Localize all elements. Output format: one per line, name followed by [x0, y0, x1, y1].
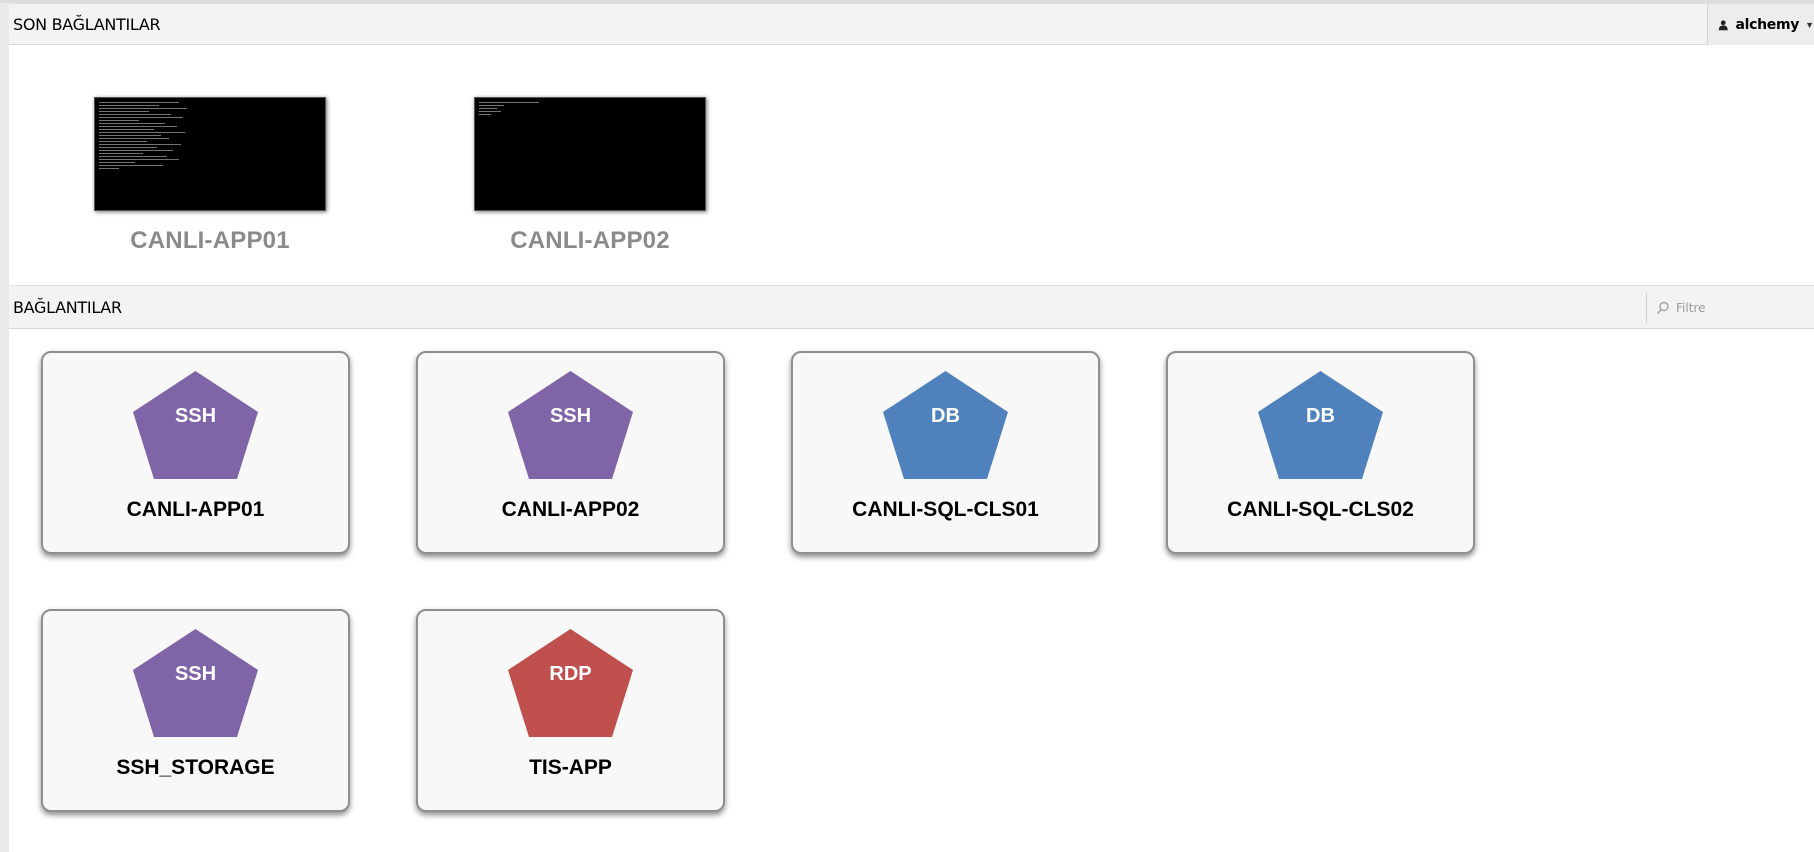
- connection-card[interactable]: SSH SSH_STORAGE: [41, 609, 350, 812]
- search-icon: [1656, 301, 1669, 315]
- caret-down-icon: ▼: [1805, 19, 1814, 30]
- connections-header: BAĞLANTILAR: [9, 285, 1814, 329]
- connections-title: BAĞLANTILAR: [13, 298, 122, 317]
- connection-card[interactable]: DB CANLI-SQL-CLS01: [791, 351, 1100, 554]
- recent-connection-item[interactable]: CANLI-APP02: [474, 97, 706, 255]
- protocol-label: DB: [1306, 405, 1335, 427]
- recent-connection-name: CANLI-APP01: [130, 227, 290, 254]
- connection-card[interactable]: DB CANLI-SQL-CLS02: [1166, 351, 1475, 554]
- connection-card[interactable]: SSH CANLI-APP01: [41, 351, 350, 554]
- connection-name: TIS-APP: [529, 756, 612, 779]
- connection-name: CANLI-APP02: [501, 498, 640, 521]
- connection-card[interactable]: RDP TIS-APP: [416, 609, 725, 812]
- username-label: alchemy: [1735, 16, 1800, 33]
- protocol-label: SSH: [549, 405, 592, 427]
- terminal-output-preview: [479, 102, 569, 117]
- filter-input[interactable]: [1676, 301, 1806, 315]
- connection-name: CANLI-SQL-CLS02: [1227, 498, 1414, 521]
- recent-connections-title: SON BAĞLANTILAR: [13, 15, 161, 34]
- left-gutter: [0, 0, 9, 852]
- recent-connections-header: SON BAĞLANTILAR alchemy ▼: [9, 3, 1814, 45]
- terminal-output-preview: [99, 102, 189, 171]
- protocol-label: RDP: [549, 663, 592, 685]
- connection-name: CANLI-SQL-CLS01: [852, 498, 1039, 521]
- user-icon: [1718, 19, 1728, 30]
- session-thumbnail[interactable]: [94, 97, 326, 211]
- protocol-label: SSH: [174, 405, 217, 427]
- protocol-label: DB: [931, 405, 960, 427]
- connection-name: SSH_STORAGE: [116, 756, 275, 779]
- connection-card[interactable]: SSH CANLI-APP02: [416, 351, 725, 554]
- recent-connection-item[interactable]: CANLI-APP01: [94, 97, 326, 255]
- recent-connection-name: CANLI-APP02: [510, 227, 670, 254]
- protocol-label: SSH: [174, 663, 217, 685]
- session-thumbnail[interactable]: [474, 97, 706, 211]
- filter-box[interactable]: [1646, 293, 1814, 323]
- user-menu[interactable]: alchemy ▼: [1707, 4, 1814, 45]
- connection-name: CANLI-APP01: [126, 498, 265, 521]
